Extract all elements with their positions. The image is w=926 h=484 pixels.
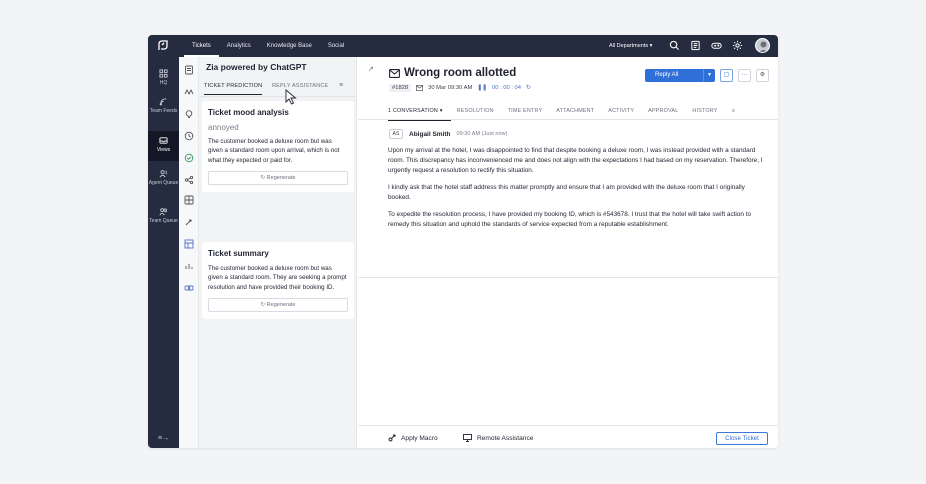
remote-assistance-button[interactable]: Remote Assistance	[463, 434, 533, 442]
apply-macro-button[interactable]: Apply Macro	[388, 434, 438, 442]
nav-knowledge-base[interactable]: Knowledge Base	[259, 35, 320, 57]
message-paragraph: Upon my arrival at the hotel, I was disa…	[388, 147, 763, 174]
pointer-icon[interactable]	[184, 217, 194, 227]
sidebar-item-hq[interactable]: HQ	[148, 69, 179, 86]
sidebar-item-agent-queue[interactable]: Agent Queue	[148, 169, 179, 186]
share-icon[interactable]	[184, 175, 194, 185]
layout-icon[interactable]	[184, 239, 194, 249]
left-sidebar: HQ Team Feeds Views Agent Queue Team Que…	[148, 57, 179, 448]
top-bar: Tickets Analytics Knowledge Base Social …	[148, 35, 778, 57]
ticket-summary-card: Ticket summary The customer booked a del…	[202, 242, 354, 320]
reply-all-label: Reply All	[655, 72, 679, 78]
zia-panel-title: Zia powered by ChatGPT	[206, 62, 307, 72]
sidebar-label-agent-queue: Agent Queue	[148, 180, 179, 186]
message-body: Upon my arrival at the hotel, I was disa…	[388, 146, 768, 237]
mail-small-icon	[416, 85, 424, 91]
sidebar-item-views[interactable]: Views	[148, 131, 179, 161]
department-selector[interactable]: All Departments ▾	[609, 35, 652, 57]
ticket-footer: Apply Macro Remote Assistance Close Tick…	[358, 425, 778, 448]
settings-icon[interactable]	[732, 40, 743, 51]
message-paragraph: I kindly ask that the hotel staff addres…	[388, 184, 745, 201]
reply-dropdown-icon[interactable]: ▼	[703, 69, 715, 82]
apply-macro-label: Apply Macro	[401, 434, 438, 442]
refresh-timer-icon[interactable]: ↻	[526, 85, 531, 91]
ticket-subject: Wrong room allotted	[404, 67, 517, 79]
history-icon[interactable]	[184, 131, 194, 141]
regenerate-mood-button[interactable]: ↻ Regenerate	[208, 171, 348, 186]
desk-logo-icon[interactable]	[155, 38, 171, 54]
sidebar-label-team-queue: Team Queue	[149, 218, 178, 224]
mouse-cursor-icon	[285, 89, 297, 105]
search-icon[interactable]	[669, 40, 680, 51]
mood-value: annoyed	[208, 123, 239, 132]
chat-icon[interactable]: ▢	[720, 69, 733, 82]
ticket-meta: #1828 30 Mar 09:30 AM ❚❚ 00 : 00 : 04 ↻	[389, 84, 531, 92]
envelope-icon	[389, 68, 400, 78]
notes-icon[interactable]	[690, 40, 701, 51]
sidebar-item-team-queue[interactable]: Team Queue	[148, 207, 179, 224]
ticket-timer: 00 : 00 : 04	[492, 85, 522, 91]
nav-analytics[interactable]: Analytics	[219, 35, 259, 57]
user-avatar[interactable]	[755, 38, 770, 53]
link-icon[interactable]	[184, 283, 194, 293]
sidebar-item-team-feeds[interactable]: Team Feeds	[148, 97, 179, 114]
mood-analysis-card: Ticket mood analysis annoyed The custome…	[202, 101, 354, 193]
check-circle-icon[interactable]	[184, 153, 194, 163]
zia-panel: Zia powered by ChatGPT TICKET PREDICTION…	[199, 57, 357, 448]
zia-tabs: TICKET PREDICTION REPLY ASSISTANCE ≡	[199, 79, 357, 97]
message-divider	[358, 277, 778, 278]
ticket-detail: ↗ Wrong room allotted #1828 30 Mar 09:30…	[358, 57, 778, 448]
regenerate-summary-button[interactable]: ↻ Regenerate	[208, 298, 348, 313]
tab-reply-assistance[interactable]: REPLY ASSISTANCE	[272, 83, 328, 89]
ticket-settings-icon[interactable]: ⚙	[756, 69, 769, 82]
inbox-icon	[159, 137, 168, 144]
reply-all-button[interactable]: Reply All ▼	[645, 69, 715, 82]
close-ticket-button[interactable]: Close Ticket	[716, 432, 768, 445]
sender-avatar: AS	[389, 129, 403, 139]
nav-social[interactable]: Social	[320, 35, 352, 57]
mood-card-heading: Ticket mood analysis	[208, 108, 289, 117]
message-sender: AS Abigail Smith 09:30 AM (Just now)	[389, 129, 508, 139]
expand-icon[interactable]: ↗	[368, 65, 374, 73]
filter-icon[interactable]: ≡	[339, 82, 343, 89]
tool-strip	[179, 57, 199, 448]
macro-icon	[388, 434, 396, 442]
ticket-title: Wrong room allotted	[389, 67, 516, 79]
top-nav: Tickets Analytics Knowledge Base Social	[184, 35, 352, 57]
tabs-divider	[358, 119, 778, 120]
remote-assistance-label: Remote Assistance	[477, 434, 534, 442]
pause-icon[interactable]: ❚❚	[477, 85, 487, 91]
message-paragraph: To expedite the resolution process, I ha…	[388, 211, 752, 228]
summary-card-text: The customer booked a deluxe room but wa…	[208, 265, 347, 291]
sidebar-label-hq: HQ	[159, 80, 168, 86]
zia-icon[interactable]	[184, 87, 194, 97]
app-window: Tickets Analytics Knowledge Base Social …	[148, 35, 778, 448]
ticket-properties-icon[interactable]	[184, 65, 194, 75]
bulb-icon[interactable]	[184, 109, 194, 119]
ticket-id: #1828	[389, 84, 412, 92]
top-icons	[669, 40, 743, 51]
sidebar-label-views: Views	[156, 147, 171, 153]
apps-icon[interactable]	[184, 195, 194, 205]
collapse-sidebar-icon[interactable]: ≡→	[158, 435, 169, 442]
chart-icon[interactable]	[184, 261, 194, 271]
sidebar-label-team-feeds: Team Feeds	[149, 108, 178, 114]
monitor-icon	[463, 434, 472, 442]
mood-card-text: The customer booked a deluxe room but wa…	[208, 138, 340, 164]
summary-card-heading: Ticket summary	[208, 249, 269, 258]
sender-name[interactable]: Abigail Smith	[409, 131, 451, 138]
gamepad-icon[interactable]	[711, 40, 722, 51]
team-icon	[159, 208, 167, 216]
agent-icon	[159, 170, 167, 178]
tab-ticket-prediction[interactable]: TICKET PREDICTION	[204, 83, 263, 95]
more-options-button[interactable]: ···	[738, 69, 751, 82]
message-time: 09:30 AM (Just now)	[456, 131, 508, 137]
grid-icon	[159, 69, 168, 78]
ticket-date: 30 Mar 09:30 AM	[428, 85, 473, 91]
person-icon	[759, 41, 768, 52]
feed-icon	[159, 98, 167, 106]
nav-tickets[interactable]: Tickets	[184, 35, 219, 57]
